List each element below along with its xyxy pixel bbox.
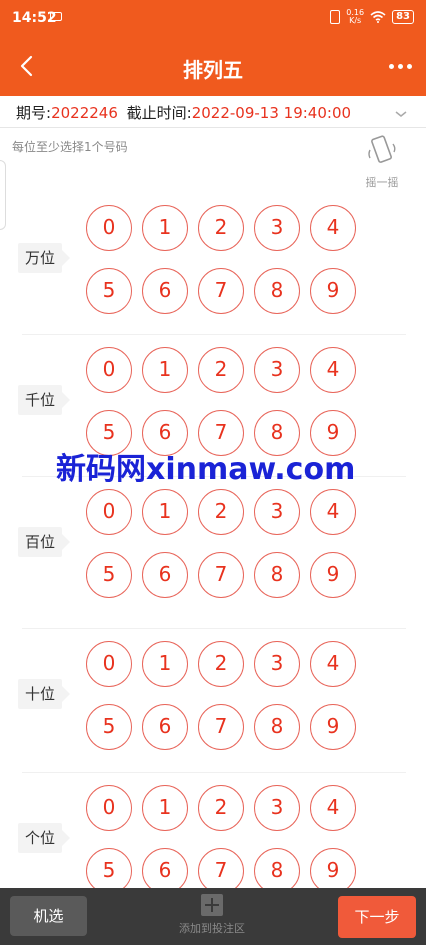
- shake-button[interactable]: 摇一摇: [360, 134, 404, 190]
- screen-record-icon: [50, 12, 62, 21]
- random-pick-button[interactable]: 机选: [10, 896, 87, 936]
- number-ball[interactable]: 2: [198, 641, 244, 687]
- add-to-bet-label: 添加到投注区: [179, 922, 245, 935]
- add-to-bet-button[interactable]: 添加到投注区: [160, 894, 264, 936]
- number-ball[interactable]: 5: [86, 268, 132, 314]
- number-ball[interactable]: 9: [310, 268, 356, 314]
- number-ball[interactable]: 1: [142, 641, 188, 687]
- number-ball[interactable]: 1: [142, 489, 188, 535]
- section-divider: [22, 628, 406, 629]
- number-ball[interactable]: 8: [254, 268, 300, 314]
- status-bar: 14:52 0.16 K/s 83: [0, 0, 426, 36]
- position-section: 百位 0 1 2 3 4 5 6 7 8 9: [0, 476, 426, 622]
- number-ball[interactable]: 0: [86, 489, 132, 535]
- position-section: 十位 0 1 2 3 4 5 6 7 8 9: [0, 628, 426, 774]
- battery-indicator: 83: [392, 10, 414, 24]
- number-ball[interactable]: 8: [254, 704, 300, 750]
- chevron-down-icon[interactable]: [394, 104, 408, 123]
- issue-info-row[interactable]: 期号:2022246 截止时间:2022-09-13 19:40:00: [0, 96, 426, 128]
- number-ball[interactable]: 3: [254, 641, 300, 687]
- number-ball[interactable]: 4: [310, 347, 356, 393]
- vibrate-icon: [330, 10, 341, 24]
- number-ball[interactable]: 9: [310, 552, 356, 598]
- section-divider: [22, 334, 406, 335]
- number-ball[interactable]: 7: [198, 552, 244, 598]
- position-label: 个位: [18, 823, 70, 853]
- nav-bar: 排列五: [0, 36, 426, 96]
- watermark: 新码网xinmaw.com: [56, 452, 356, 487]
- position-label: 百位: [18, 527, 70, 557]
- network-speed-unit: K/s: [349, 16, 362, 25]
- deadline-value: 2022-09-13 19:40:00: [191, 104, 352, 122]
- position-label: 十位: [18, 679, 70, 709]
- number-ball[interactable]: 0: [86, 641, 132, 687]
- number-ball[interactable]: 4: [310, 641, 356, 687]
- number-ball[interactable]: 2: [198, 347, 244, 393]
- number-ball[interactable]: 0: [86, 785, 132, 831]
- period-label: 期号:: [16, 104, 52, 122]
- number-ball[interactable]: 5: [86, 552, 132, 598]
- number-ball[interactable]: 1: [142, 205, 188, 251]
- network-speed: 0.16 K/s: [346, 9, 364, 25]
- number-ball[interactable]: 4: [310, 205, 356, 251]
- number-ball[interactable]: 2: [198, 785, 244, 831]
- number-ball[interactable]: 6: [142, 552, 188, 598]
- number-ball[interactable]: 1: [142, 785, 188, 831]
- issue-info: 期号:2022246 截止时间:2022-09-13 19:40:00: [16, 102, 351, 123]
- number-ball[interactable]: 2: [198, 205, 244, 251]
- number-ball[interactable]: 8: [254, 552, 300, 598]
- number-ball[interactable]: 7: [198, 704, 244, 750]
- number-ball[interactable]: 7: [198, 268, 244, 314]
- number-ball[interactable]: 3: [254, 489, 300, 535]
- header: 14:52 0.16 K/s 83 排列五: [0, 0, 426, 96]
- number-ball[interactable]: 6: [142, 704, 188, 750]
- bottom-bar: 机选 添加到投注区 下一步: [0, 888, 426, 945]
- status-icons: 0.16 K/s 83: [330, 9, 414, 25]
- shake-phone-icon: [368, 135, 396, 163]
- number-ball[interactable]: 4: [310, 489, 356, 535]
- plus-icon: [201, 894, 223, 916]
- number-ball[interactable]: 2: [198, 489, 244, 535]
- wifi-icon: [370, 11, 386, 23]
- number-ball[interactable]: 9: [310, 704, 356, 750]
- number-ball[interactable]: 5: [86, 704, 132, 750]
- shake-label: 摇一摇: [365, 176, 399, 189]
- period-value: 2022246: [51, 104, 118, 122]
- number-ball[interactable]: 6: [142, 268, 188, 314]
- number-ball[interactable]: 0: [86, 347, 132, 393]
- number-ball[interactable]: 0: [86, 205, 132, 251]
- number-ball[interactable]: 3: [254, 785, 300, 831]
- more-menu-icon[interactable]: [389, 64, 412, 69]
- next-step-button[interactable]: 下一步: [338, 896, 416, 938]
- position-label: 万位: [18, 243, 70, 273]
- screen: 14:52 0.16 K/s 83 排列五 期号:2022246 截止时间:20…: [0, 0, 426, 945]
- number-ball[interactable]: 1: [142, 347, 188, 393]
- selection-hint: 每位至少选择1个号码: [12, 140, 128, 154]
- deadline-label: 截止时间:: [126, 104, 192, 122]
- page-title: 排列五: [183, 58, 243, 82]
- position-label: 千位: [18, 385, 70, 415]
- number-ball[interactable]: 3: [254, 205, 300, 251]
- section-divider: [22, 772, 406, 773]
- number-ball[interactable]: 4: [310, 785, 356, 831]
- number-ball[interactable]: 3: [254, 347, 300, 393]
- position-section: 万位 0 1 2 3 4 5 6 7 8 9: [0, 198, 426, 338]
